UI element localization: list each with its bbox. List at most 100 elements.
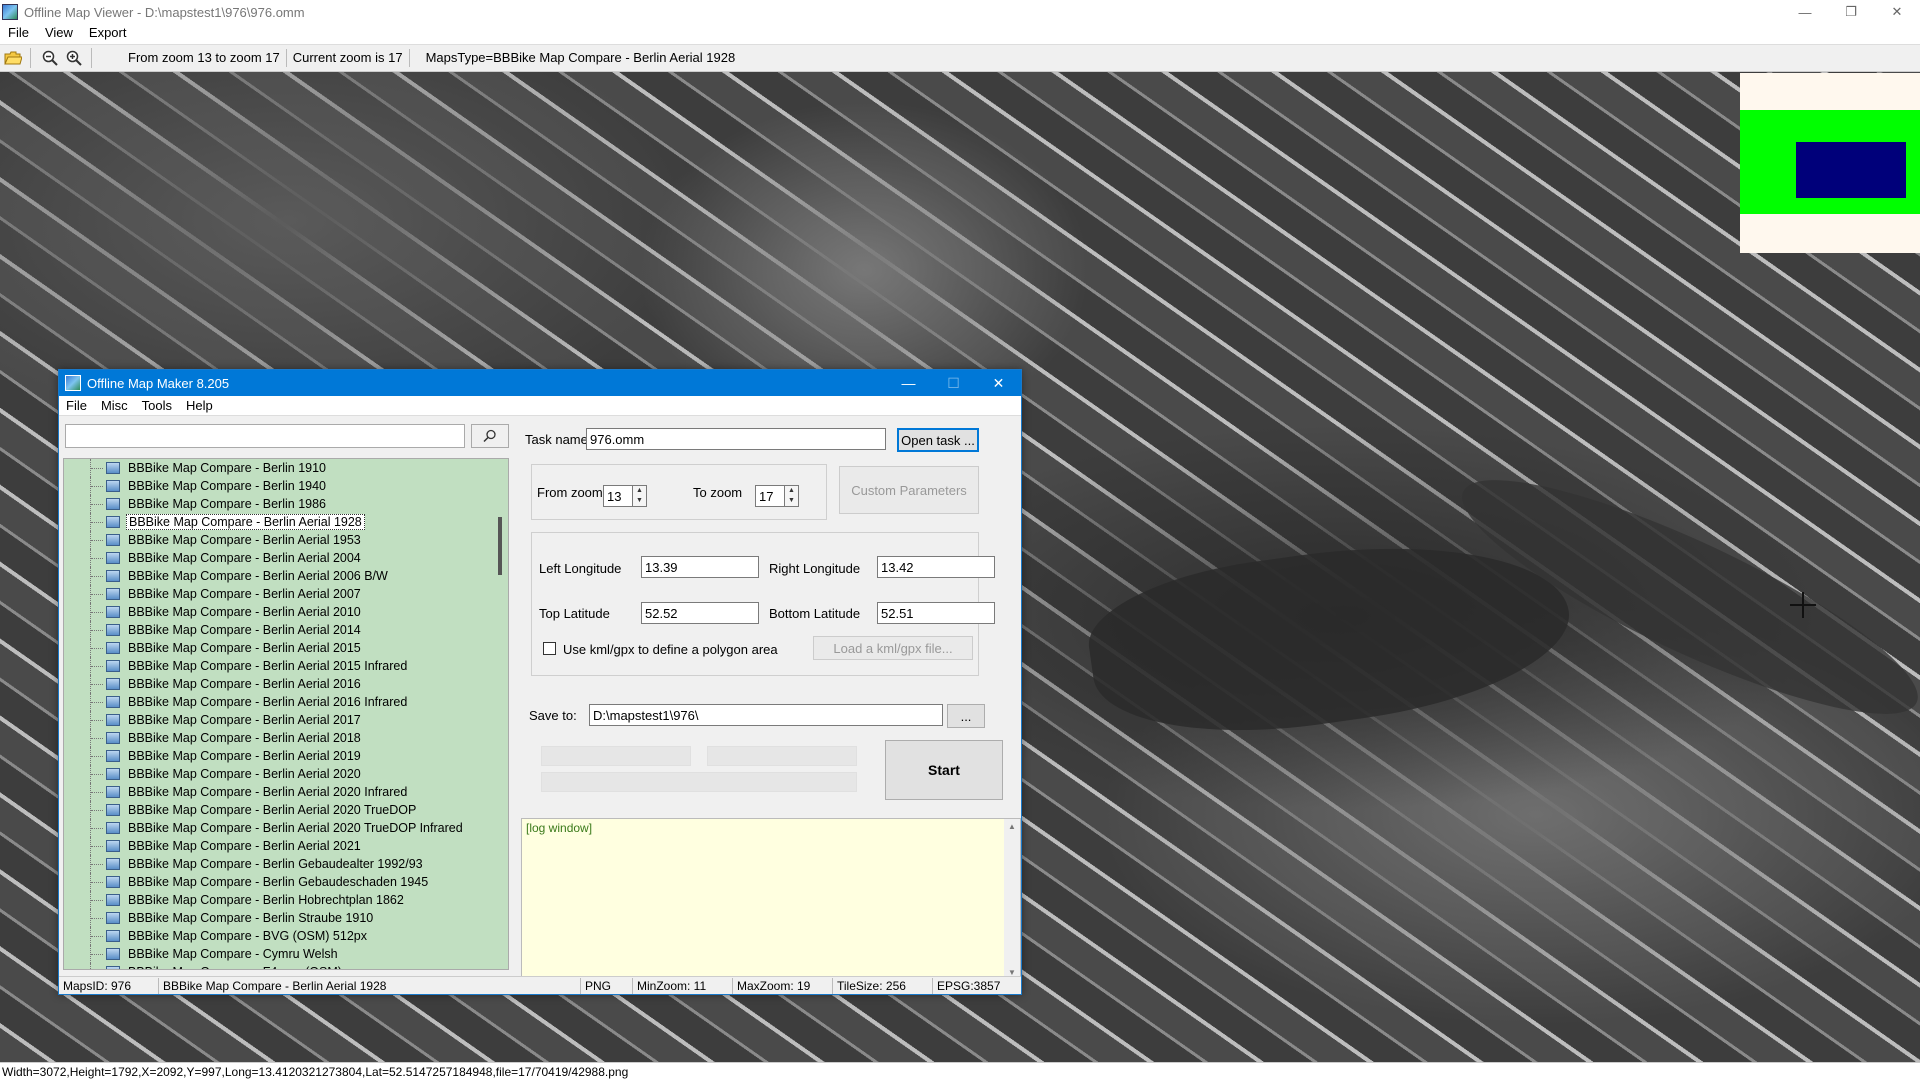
map-type-label: BBBike Map Compare - Berlin Gebaudeschad… (128, 875, 429, 889)
dialog-maximize-button[interactable]: ☐ (931, 370, 976, 396)
map-river (1080, 519, 1580, 755)
map-type-label: BBBike Map Compare - Berlin Aerial 2021 (128, 839, 361, 853)
map-type-label: BBBike Map Compare - Berlin 1940 (128, 479, 327, 493)
use-kml-checkbox[interactable] (543, 642, 556, 655)
right-longitude-input[interactable] (877, 556, 995, 578)
minimize-button[interactable]: — (1782, 0, 1828, 24)
scroll-up-icon[interactable]: ▲ (1004, 819, 1020, 835)
tree-scrollbar[interactable] (494, 459, 508, 969)
map-type-item[interactable]: BBBike Map Compare - Berlin Aerial 2014 (64, 621, 508, 639)
map-type-item[interactable]: BBBike Map Compare - Berlin Gebaudealter… (64, 855, 508, 873)
spin-down-icon[interactable]: ▼ (633, 496, 646, 506)
search-row (65, 424, 509, 450)
menu-export[interactable]: Export (81, 25, 135, 40)
map-type-item[interactable]: BBBike Map Compare - Berlin Aerial 1928 (64, 513, 508, 531)
map-type-item[interactable]: BBBike Map Compare - Berlin 1940 (64, 477, 508, 495)
dialog-titlebar[interactable]: Offline Map Maker 8.205 — ☐ ✕ (59, 370, 1021, 396)
map-type-item[interactable]: BBBike Map Compare - Berlin Aerial 2015 (64, 639, 508, 657)
bottom-latitude-label: Bottom Latitude (769, 606, 861, 621)
from-zoom-spinner[interactable]: ▲ ▼ (633, 485, 647, 507)
log-window[interactable]: [log window] ▲ ▼ (521, 818, 1021, 982)
dialog-minimize-button[interactable]: — (886, 370, 931, 396)
map-type-item[interactable]: BBBike Map Compare - Berlin Aerial 2016 (64, 675, 508, 693)
left-longitude-input[interactable] (641, 556, 759, 578)
to-zoom-spinner[interactable]: ▲ ▼ (785, 485, 799, 507)
map-type-item[interactable]: BBBike Map Compare - Berlin Aerial 2020 (64, 765, 508, 783)
map-type-item[interactable]: BBBike Map Compare - Berlin Hobrechtplan… (64, 891, 508, 909)
map-type-item[interactable]: BBBike Map Compare - Berlin 1986 (64, 495, 508, 513)
save-path-input[interactable] (589, 704, 943, 726)
dialog-statusbar: MapsID: 976 BBBike Map Compare - Berlin … (59, 976, 1021, 994)
spin-up-icon[interactable]: ▲ (785, 486, 798, 496)
browse-button[interactable]: ... (947, 704, 985, 728)
from-zoom-input[interactable] (603, 485, 633, 507)
use-kml-label[interactable]: Use kml/gpx to define a polygon area (563, 642, 778, 657)
map-type-item[interactable]: BBBike Map Compare - Berlin Aerial 2019 (64, 747, 508, 765)
map-type-item[interactable]: BBBike Map Compare - Berlin Straube 1910 (64, 909, 508, 927)
map-type-item[interactable]: BBBike Map Compare - Berlin Aerial 2007 (64, 585, 508, 603)
dialog-menu-help[interactable]: Help (179, 398, 220, 413)
dialog-menubar: File Misc Tools Help (59, 396, 1021, 416)
map-layer-icon (106, 822, 120, 834)
map-type-item[interactable]: BBBike Map Compare - Berlin Aerial 2021 (64, 837, 508, 855)
map-type-item[interactable]: BBBike Map Compare - Berlin Aerial 2006 … (64, 567, 508, 585)
search-button[interactable] (471, 424, 509, 448)
map-type-item[interactable]: BBBike Map Compare - Berlin Aerial 1953 (64, 531, 508, 549)
map-type-item[interactable]: BBBike Map Compare - Berlin Aerial 2020 … (64, 783, 508, 801)
map-layer-icon (106, 966, 120, 969)
map-type-label: BBBike Map Compare - Cymru Welsh (128, 947, 338, 961)
top-latitude-input[interactable] (641, 602, 759, 624)
map-type-item[interactable]: BBBike Map Compare - Berlin Aerial 2020 … (64, 819, 508, 837)
start-button[interactable]: Start (885, 740, 1003, 800)
log-text: [log window] (526, 821, 593, 835)
dialog-menu-misc[interactable]: Misc (94, 398, 135, 413)
map-type-tree[interactable]: BBBike Map Compare - Berlin 1910 BBBike M… (63, 458, 509, 970)
zoom-out-icon[interactable] (39, 47, 61, 69)
to-zoom-input[interactable] (755, 485, 785, 507)
spin-up-icon[interactable]: ▲ (633, 486, 646, 496)
bottom-latitude-input[interactable] (877, 602, 995, 624)
menu-view[interactable]: View (37, 25, 81, 40)
map-type-item[interactable]: BBBike Map Compare - Berlin Aerial 2015 … (64, 657, 508, 675)
map-layer-icon (106, 948, 120, 960)
dialog-menu-file[interactable]: File (59, 398, 94, 413)
dialog-menu-tools[interactable]: Tools (135, 398, 179, 413)
progress-bar-tile (541, 746, 691, 766)
map-type-label: BBBike Map Compare - Berlin Aerial 2020 … (128, 803, 417, 817)
map-type-item[interactable]: BBBike Map Compare - Berlin Aerial 2016 … (64, 693, 508, 711)
map-type-label: BBBike Map Compare - Berlin Straube 1910 (128, 911, 374, 925)
status-format: PNG (581, 977, 633, 994)
from-zoom-label: From zoom (537, 485, 603, 500)
map-type-label: BBBike Map Compare - Berlin Aerial 2016 (128, 677, 361, 691)
menu-file[interactable]: File (0, 25, 37, 40)
maximize-button[interactable]: ❐ (1828, 0, 1874, 24)
progress-bar-zoom (707, 746, 857, 766)
overview-viewport[interactable] (1796, 142, 1906, 198)
map-type-item[interactable]: BBBike Map Compare - Berlin Aerial 2017 (64, 711, 508, 729)
map-type-item[interactable]: BBBike Map Compare - F4map (OSM) (64, 963, 508, 969)
close-button[interactable]: ✕ (1874, 0, 1920, 24)
spin-down-icon[interactable]: ▼ (785, 496, 798, 506)
task-name-input[interactable] (586, 428, 886, 450)
custom-parameters-button[interactable]: Custom Parameters (839, 466, 979, 514)
map-type-item[interactable]: BBBike Map Compare - Berlin Gebaudeschad… (64, 873, 508, 891)
search-input[interactable] (65, 424, 465, 448)
map-type-item[interactable]: BBBike Map Compare - Berlin Aerial 2018 (64, 729, 508, 747)
map-type-item[interactable]: BBBike Map Compare - Berlin Aerial 2020 … (64, 801, 508, 819)
status-tile-size: TileSize: 256 (833, 977, 933, 994)
map-type-item[interactable]: BBBike Map Compare - Berlin 1910 (64, 459, 508, 477)
dialog-close-button[interactable]: ✕ (976, 370, 1021, 396)
map-layer-icon (106, 732, 120, 744)
zoom-in-icon[interactable] (63, 47, 85, 69)
open-folder-icon[interactable] (2, 47, 24, 69)
load-kml-button[interactable]: Load a kml/gpx file... (813, 636, 973, 660)
log-scrollbar[interactable]: ▲ ▼ (1004, 819, 1020, 981)
map-type-item[interactable]: BBBike Map Compare - Cymru Welsh (64, 945, 508, 963)
map-layer-icon (106, 768, 120, 780)
open-task-button[interactable]: Open task ... (897, 428, 979, 452)
map-type-item[interactable]: BBBike Map Compare - BVG (OSM) 512px (64, 927, 508, 945)
tree-scroll-thumb[interactable] (498, 517, 502, 575)
map-type-item[interactable]: BBBike Map Compare - Berlin Aerial 2010 (64, 603, 508, 621)
overview-map[interactable] (1740, 73, 1920, 253)
map-type-item[interactable]: BBBike Map Compare - Berlin Aerial 2004 (64, 549, 508, 567)
